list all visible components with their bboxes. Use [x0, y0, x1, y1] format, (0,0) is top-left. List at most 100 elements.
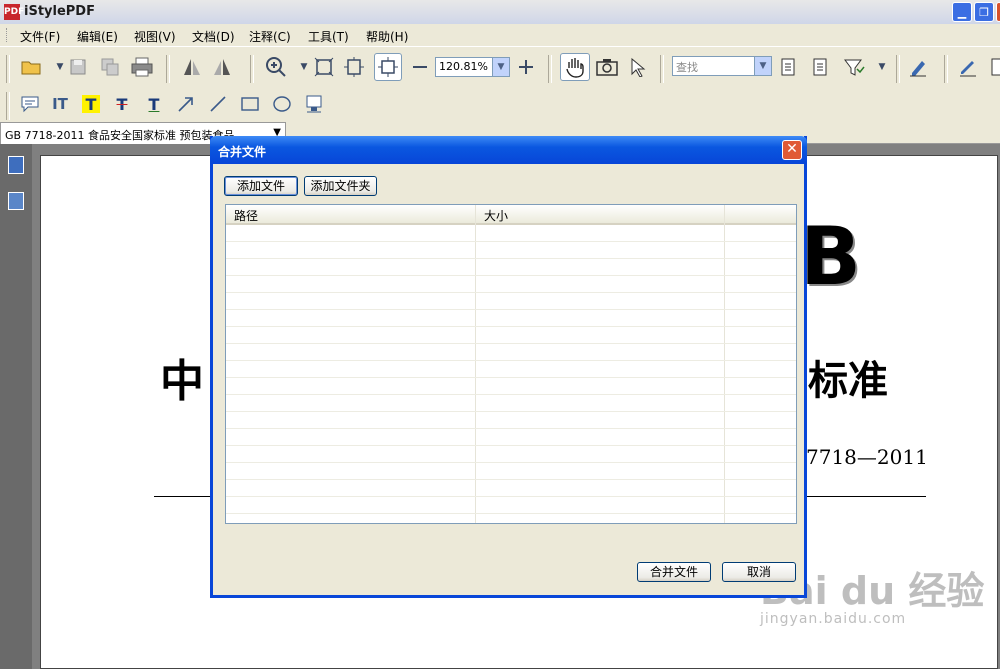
highlight-text-icon[interactable]: T: [82, 95, 100, 114]
page-rule-right: [806, 496, 926, 497]
page-heading-left: 中: [160, 356, 204, 407]
toolbar-separator: [166, 55, 170, 83]
actual-size-icon[interactable]: [374, 53, 402, 81]
empty-row-line: [226, 428, 796, 429]
zoom-in-icon[interactable]: [264, 55, 288, 79]
menu-file[interactable]: 文件(F): [20, 28, 60, 45]
select-cursor-icon[interactable]: [627, 55, 651, 79]
filter-dropdown-icon[interactable]: ▼: [870, 55, 894, 79]
column-divider: [475, 205, 476, 523]
menu-edit[interactable]: 编辑(E): [77, 28, 118, 45]
menubar-grip: [6, 28, 10, 42]
toolbar-separator: [6, 55, 10, 83]
zoom-level-dropdown-icon[interactable]: ▼: [492, 58, 509, 76]
ellipse-tool-icon[interactable]: [270, 92, 294, 116]
file-list[interactable]: 路径 大小: [225, 204, 797, 524]
toolbar-separator: [6, 92, 10, 120]
side-panel: [0, 144, 32, 669]
save-icon[interactable]: [66, 55, 90, 79]
find-placeholder: 查找: [676, 61, 698, 74]
page-heading-right: 标准: [808, 357, 888, 404]
print-icon[interactable]: [130, 55, 154, 79]
menu-tools[interactable]: 工具(T): [308, 28, 349, 45]
signature-pen-icon[interactable]: [906, 55, 930, 79]
text-insert-icon[interactable]: IT: [48, 92, 72, 116]
empty-row-line: [226, 343, 796, 344]
column-divider: [724, 205, 725, 523]
empty-row-line: [226, 241, 796, 242]
zoom-level-field[interactable]: 120.81% ▼: [435, 57, 510, 77]
column-path[interactable]: 路径: [234, 207, 258, 224]
more-tools-icon[interactable]: [986, 55, 1000, 79]
app-title: iStylePDF: [24, 4, 95, 19]
file-list-header: 路径 大小: [226, 205, 796, 225]
empty-row-line: [226, 513, 796, 514]
empty-row-line: [226, 411, 796, 412]
rectangle-tool-icon[interactable]: [238, 92, 262, 116]
find-field[interactable]: 查找 ▼: [672, 56, 772, 76]
document-tab-title: GB 7718-2011 食品安全国家标准 预包装食品: [5, 129, 235, 142]
empty-row-line: [226, 462, 796, 463]
toolbar-separator: [944, 55, 948, 83]
merge-files-dialog: 合并文件 ✕ 添加文件 添加文件夹 路径 大小 合并文件 取消: [210, 136, 807, 598]
app-pdf-icon: PDF: [4, 4, 24, 20]
find-previous-icon[interactable]: [776, 55, 800, 79]
empty-row-line: [226, 258, 796, 259]
toolbar-separator: [660, 55, 664, 83]
add-folder-button[interactable]: 添加文件夹: [304, 176, 377, 196]
menu-bar: 文件(F) 编辑(E) 视图(V) 文档(D) 注释(C) 工具(T) 帮助(H…: [0, 24, 1000, 46]
note-comment-icon[interactable]: [18, 92, 42, 116]
dialog-close-button[interactable]: ✕: [782, 140, 802, 160]
main-toolbar: ▼ ▼ 120.81% ▼ 查找 ▼ ▼: [0, 46, 1000, 92]
empty-row-line: [226, 275, 796, 276]
empty-row-line: [226, 479, 796, 480]
toolbar-separator: [896, 55, 900, 83]
underline-text-icon[interactable]: T: [142, 92, 166, 116]
empty-row-line: [226, 445, 796, 446]
dialog-titlebar[interactable]: 合并文件 ✕: [210, 136, 807, 164]
minimize-button[interactable]: ▁: [952, 2, 972, 22]
add-file-button[interactable]: 添加文件: [224, 176, 298, 196]
toolbar-separator: [250, 55, 254, 83]
bookmarks-icon[interactable]: [8, 156, 24, 174]
stamp-tool-icon[interactable]: [302, 92, 326, 116]
close-window-button[interactable]: [996, 2, 1000, 22]
snapshot-camera-icon[interactable]: [595, 55, 619, 79]
fit-page-icon[interactable]: [312, 55, 336, 79]
maximize-button[interactable]: ❐: [974, 2, 994, 22]
cancel-button[interactable]: 取消: [722, 562, 796, 582]
empty-row-line: [226, 377, 796, 378]
zoom-out-icon[interactable]: [408, 55, 432, 79]
empty-row-line: [226, 360, 796, 361]
dialog-title: 合并文件: [218, 145, 267, 159]
strikeout-text-icon[interactable]: T: [110, 92, 134, 116]
empty-row-line: [226, 309, 796, 310]
empty-row-line: [226, 394, 796, 395]
line-tool-icon[interactable]: [206, 92, 230, 116]
open-folder-icon[interactable]: [20, 55, 44, 79]
thumbnails-icon[interactable]: [8, 192, 24, 210]
find-dropdown-icon[interactable]: ▼: [754, 57, 771, 75]
empty-row-line: [226, 496, 796, 497]
arrow-tool-icon[interactable]: [174, 92, 198, 116]
zoom-level-value: 120.81%: [439, 60, 488, 73]
standard-logo-letter: B: [800, 210, 861, 303]
menu-help[interactable]: 帮助(H): [366, 28, 408, 45]
rotate-right-icon[interactable]: [210, 55, 234, 79]
save-all-icon[interactable]: [98, 55, 122, 79]
column-size[interactable]: 大小: [484, 207, 508, 224]
zoom-plus-icon[interactable]: [514, 55, 538, 79]
filter-icon[interactable]: [842, 55, 866, 79]
menu-annotate[interactable]: 注释(C): [249, 28, 291, 45]
hand-tool-icon[interactable]: [560, 53, 590, 81]
menu-view[interactable]: 视图(V): [134, 28, 176, 45]
empty-row-line: [226, 292, 796, 293]
page-rule-left: [154, 496, 212, 497]
menu-document[interactable]: 文档(D): [192, 28, 235, 45]
find-next-icon[interactable]: [808, 55, 832, 79]
fit-width-icon[interactable]: [342, 55, 366, 79]
rotate-left-icon[interactable]: [180, 55, 204, 79]
merge-files-button[interactable]: 合并文件: [637, 562, 711, 582]
edit-pen-icon[interactable]: [956, 55, 980, 79]
toolbar-separator: [548, 55, 552, 83]
